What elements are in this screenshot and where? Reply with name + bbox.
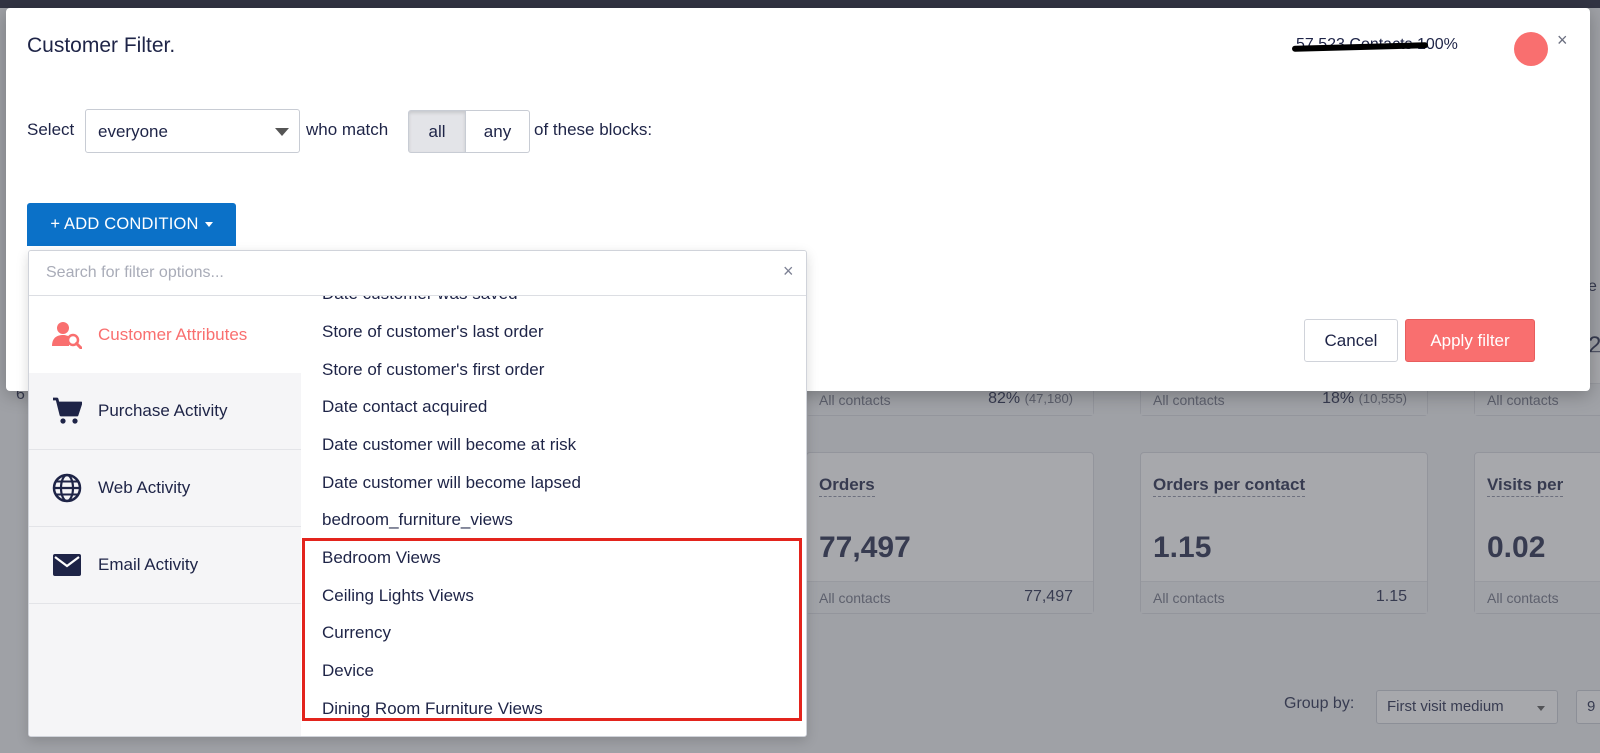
select-label: Select bbox=[27, 120, 75, 139]
clear-search-icon[interactable]: × bbox=[783, 261, 794, 282]
add-condition-label: + ADD CONDITION bbox=[50, 215, 199, 233]
user-search-icon bbox=[52, 320, 82, 350]
filter-options-dropdown: × Customer Attributes bbox=[28, 250, 807, 737]
audience-select[interactable]: everyone bbox=[85, 109, 300, 153]
blocks-label: of these blocks: bbox=[534, 120, 653, 139]
filter-category-list: Customer Attributes Purchase Activity We… bbox=[29, 296, 301, 736]
filter-option[interactable]: Date customer will become at risk bbox=[322, 435, 576, 455]
envelope-icon bbox=[52, 550, 82, 580]
category-web-activity[interactable]: Web Activity bbox=[29, 450, 301, 527]
category-label: Customer Attributes bbox=[98, 324, 248, 344]
filter-option[interactable]: Ceiling Lights Views bbox=[322, 586, 474, 606]
category-customer-attributes[interactable]: Customer Attributes bbox=[29, 296, 301, 373]
filter-option[interactable]: Device bbox=[322, 661, 374, 681]
filter-option[interactable]: Date customer was saved bbox=[322, 296, 518, 304]
cancel-button[interactable]: Cancel bbox=[1304, 319, 1398, 362]
caret-down-icon bbox=[275, 128, 289, 136]
filter-option[interactable]: Store of customer's last order bbox=[322, 322, 544, 342]
audience-select-value: everyone bbox=[98, 122, 168, 141]
modal-title: Customer Filter. bbox=[27, 34, 176, 57]
filter-option[interactable]: Date contact acquired bbox=[322, 397, 487, 417]
status-indicator bbox=[1514, 32, 1548, 66]
category-email-activity[interactable]: Email Activity bbox=[29, 527, 301, 604]
match-label: who match bbox=[306, 120, 389, 139]
filter-option[interactable]: Bedroom Views bbox=[322, 548, 441, 568]
match-all-button[interactable]: all bbox=[408, 110, 466, 153]
apply-filter-button[interactable]: Apply filter bbox=[1405, 319, 1535, 362]
match-toggle: all any bbox=[408, 110, 530, 153]
match-any-button[interactable]: any bbox=[466, 110, 530, 153]
filter-option[interactable]: Currency bbox=[322, 623, 391, 643]
category-label: Email Activity bbox=[98, 555, 199, 574]
filter-option[interactable]: Date customer will become lapsed bbox=[322, 473, 581, 493]
category-label: Purchase Activity bbox=[98, 401, 228, 420]
filter-option-list: Date customer was saved Store of custome… bbox=[301, 296, 806, 736]
filter-option[interactable]: Store of customer's first order bbox=[322, 360, 544, 380]
category-purchase-activity[interactable]: Purchase Activity bbox=[29, 373, 301, 450]
cart-icon bbox=[52, 396, 82, 426]
caret-down-icon bbox=[204, 222, 213, 227]
add-condition-button[interactable]: + ADD CONDITION bbox=[27, 203, 236, 246]
close-icon[interactable]: × bbox=[1557, 30, 1568, 51]
category-label: Web Activity bbox=[98, 478, 191, 497]
filter-option[interactable]: Dining Room Furniture Views bbox=[322, 699, 543, 719]
filter-search-input[interactable] bbox=[29, 251, 806, 296]
filter-option[interactable]: bedroom_furniture_views bbox=[322, 510, 513, 530]
globe-icon bbox=[52, 473, 82, 503]
